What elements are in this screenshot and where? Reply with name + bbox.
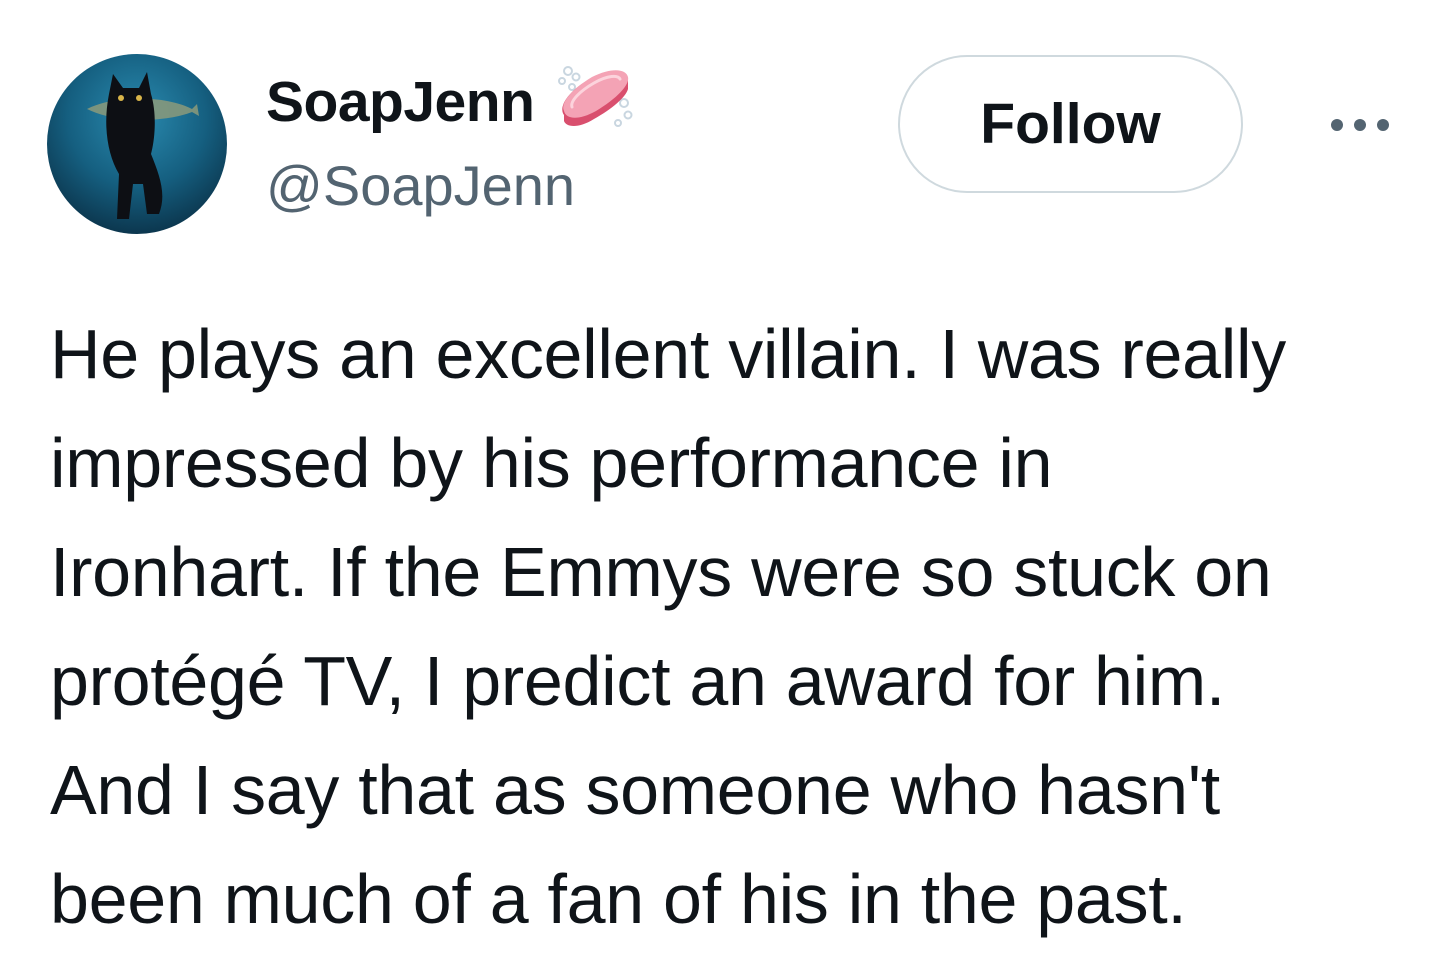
tweet-text-line: been much of a fan of his in the past.: [50, 860, 1187, 938]
follow-button[interactable]: Follow: [898, 55, 1243, 193]
tweet-text-line: Ironhart. If the Emmys were so stuck on: [50, 533, 1272, 611]
avatar-image: [47, 54, 227, 234]
tweet-text-line: And I say that as someone who hasn't: [50, 751, 1220, 829]
tweet-text-line: protégé TV, I predict an award for him.: [50, 642, 1226, 720]
tweet-text-line: He plays an excellent villain. I was rea…: [50, 315, 1286, 393]
soap-emoji-icon: [554, 63, 636, 141]
user-handle[interactable]: @SoapJenn: [266, 158, 575, 214]
follow-button-label: Follow: [980, 92, 1161, 156]
tweet-text: He plays an excellent villain. I was rea…: [50, 300, 1420, 954]
tweet-text-line: impressed by his performance in: [50, 424, 1053, 502]
more-icon: [1331, 119, 1389, 131]
avatar[interactable]: [47, 54, 227, 234]
tweet-card: SoapJenn @SoapJenn Follow He plays an ex…: [0, 0, 1443, 968]
display-name[interactable]: SoapJenn: [266, 73, 535, 131]
author-name-row: SoapJenn: [266, 62, 636, 142]
more-options-button[interactable]: [1320, 100, 1400, 150]
